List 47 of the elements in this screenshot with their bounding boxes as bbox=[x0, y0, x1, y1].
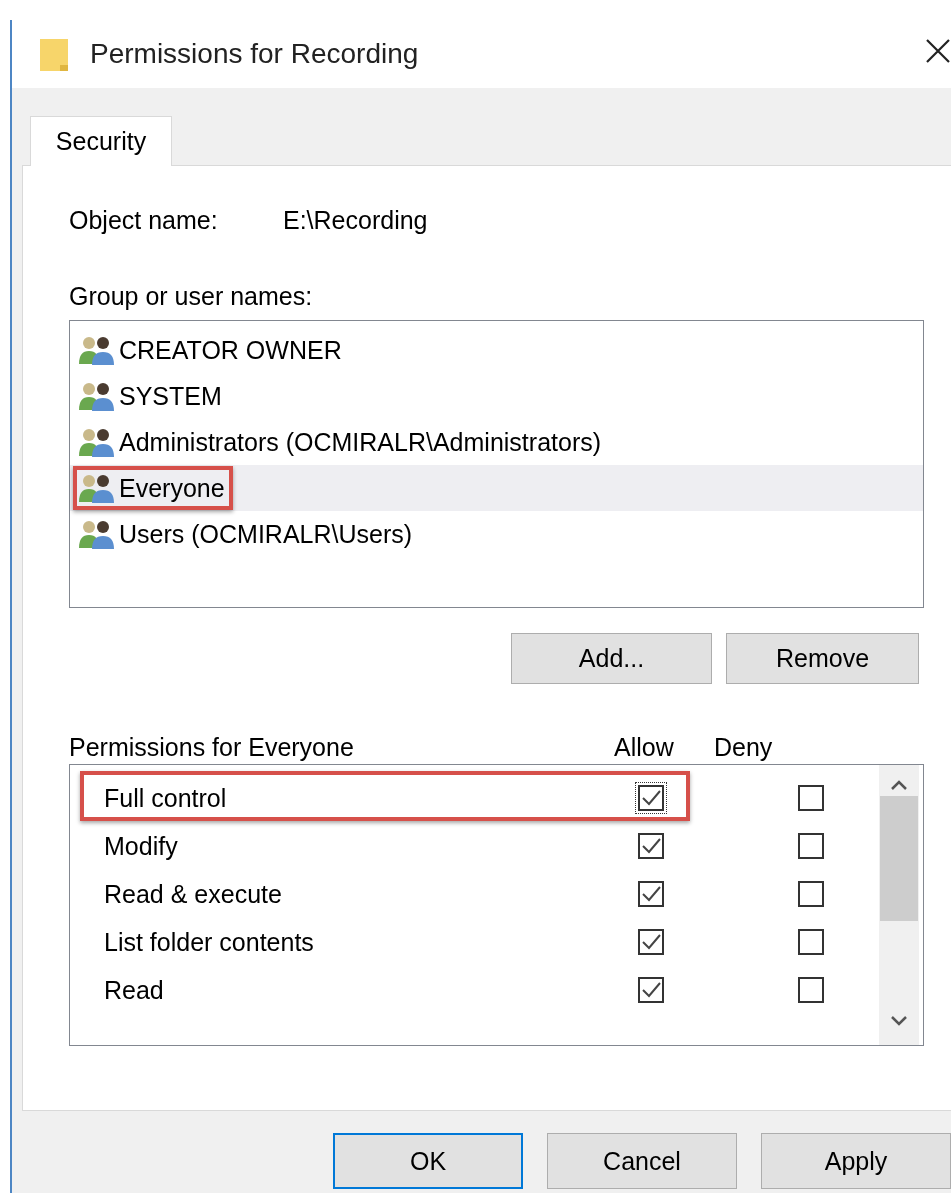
checkbox[interactable] bbox=[798, 881, 824, 907]
button[interactable]: OK bbox=[333, 1133, 523, 1189]
checkbox[interactable] bbox=[638, 977, 664, 1003]
checkbox[interactable] bbox=[638, 833, 664, 859]
permission-name: Modify bbox=[104, 831, 179, 861]
button[interactable]: Cancel bbox=[547, 1133, 737, 1189]
permission-name: Read & execute bbox=[104, 879, 283, 909]
checkbox[interactable] bbox=[638, 785, 664, 811]
user-name: SYSTEM bbox=[119, 381, 222, 411]
list-item[interactable]: Administrators (OCMIRALR\Administrators) bbox=[70, 419, 923, 465]
tab[interactable]: Security bbox=[30, 116, 172, 166]
list-item[interactable]: CREATOR OWNER bbox=[70, 327, 923, 373]
close-icon[interactable] bbox=[925, 37, 951, 64]
column-header: Allow bbox=[614, 732, 675, 762]
permissions-label: Permissions for Everyone bbox=[69, 732, 355, 762]
list-item[interactable]: SYSTEM bbox=[70, 373, 923, 419]
users-group-icon bbox=[77, 426, 117, 458]
checkbox[interactable] bbox=[638, 929, 664, 955]
user-name: CREATOR OWNER bbox=[119, 335, 342, 365]
object-name-label: Object name: bbox=[69, 205, 219, 235]
users-group-icon bbox=[77, 472, 117, 504]
group-list-label: Group or user names: bbox=[69, 282, 314, 312]
checkbox[interactable] bbox=[798, 833, 824, 859]
permission-name: Full control bbox=[104, 783, 228, 813]
users-group-icon bbox=[77, 334, 117, 366]
scroll-down-icon[interactable] bbox=[890, 1015, 908, 1027]
column-header: Deny bbox=[714, 732, 774, 762]
user-name: Administrators (OCMIRALR\Administrators) bbox=[119, 427, 602, 457]
button[interactable]: Add... bbox=[511, 633, 712, 684]
checkbox[interactable] bbox=[798, 977, 824, 1003]
button[interactable]: Remove bbox=[726, 633, 919, 684]
window-title: Permissions for Recording bbox=[90, 38, 419, 70]
list-item[interactable]: Everyone bbox=[70, 465, 923, 511]
permission-name: List folder contents bbox=[104, 927, 315, 957]
permission-name: Read bbox=[104, 975, 165, 1005]
user-name: Users (OCMIRALR\Users) bbox=[119, 519, 413, 549]
checkbox[interactable] bbox=[798, 929, 824, 955]
scroll-up-icon[interactable] bbox=[890, 779, 908, 791]
checkbox[interactable] bbox=[798, 785, 824, 811]
users-group-icon bbox=[77, 380, 117, 412]
button[interactable]: Apply bbox=[761, 1133, 951, 1189]
users-group-icon bbox=[77, 518, 117, 550]
list-item[interactable]: Users (OCMIRALR\Users) bbox=[70, 511, 923, 557]
checkbox[interactable] bbox=[638, 881, 664, 907]
scrollbar-thumb[interactable] bbox=[880, 796, 918, 921]
object-name-value: E:\Recording bbox=[283, 205, 428, 235]
user-name: Everyone bbox=[119, 473, 225, 503]
